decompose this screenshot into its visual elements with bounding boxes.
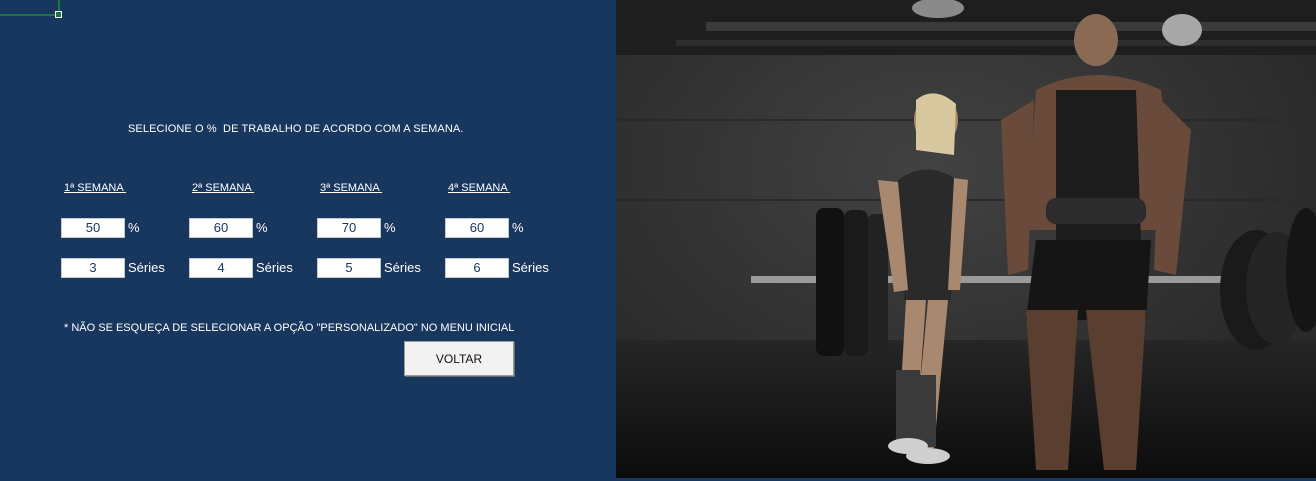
settings-panel: SELECIONE O % DE TRABALHO DE ACORDO COM … (0, 0, 616, 481)
reminder-note: * NÃO SE ESQUEÇA DE SELECIONAR A OPÇÃO "… (64, 322, 515, 334)
week-3-series-input[interactable]: 5 (317, 258, 381, 278)
week-4-percent-unit: % (512, 220, 524, 235)
week-1-series-unit: Séries (128, 260, 165, 275)
week-1-series-input[interactable]: 3 (61, 258, 125, 278)
week-3-percent-input[interactable]: 70 (317, 218, 381, 238)
week-2-percent-input[interactable]: 60 (189, 218, 253, 238)
week-3-label: 3ª SEMANA (320, 182, 383, 194)
instruction-text: SELECIONE O % DE TRABALHO DE ACORDO COM … (128, 123, 464, 135)
week-2-label: 2ª SEMANA (192, 182, 255, 194)
week-4-label: 4ª SEMANA (448, 182, 511, 194)
week-4-series-input[interactable]: 6 (445, 258, 509, 278)
week-1-percent-input[interactable]: 50 (61, 218, 125, 238)
week-3-percent-unit: % (384, 220, 396, 235)
gym-weightlifting-photo (616, 0, 1316, 478)
week-4-percent-input[interactable]: 60 (445, 218, 509, 238)
week-2-series-input[interactable]: 4 (189, 258, 253, 278)
back-button[interactable]: VOLTAR (404, 341, 514, 376)
week-1-percent-unit: % (128, 220, 140, 235)
week-1-label: 1ª SEMANA (64, 182, 127, 194)
selected-cell-indicator[interactable] (0, 0, 62, 18)
week-2-series-unit: Séries (256, 260, 293, 275)
week-4-series-unit: Séries (512, 260, 549, 275)
week-3-series-unit: Séries (384, 260, 421, 275)
week-2-percent-unit: % (256, 220, 268, 235)
